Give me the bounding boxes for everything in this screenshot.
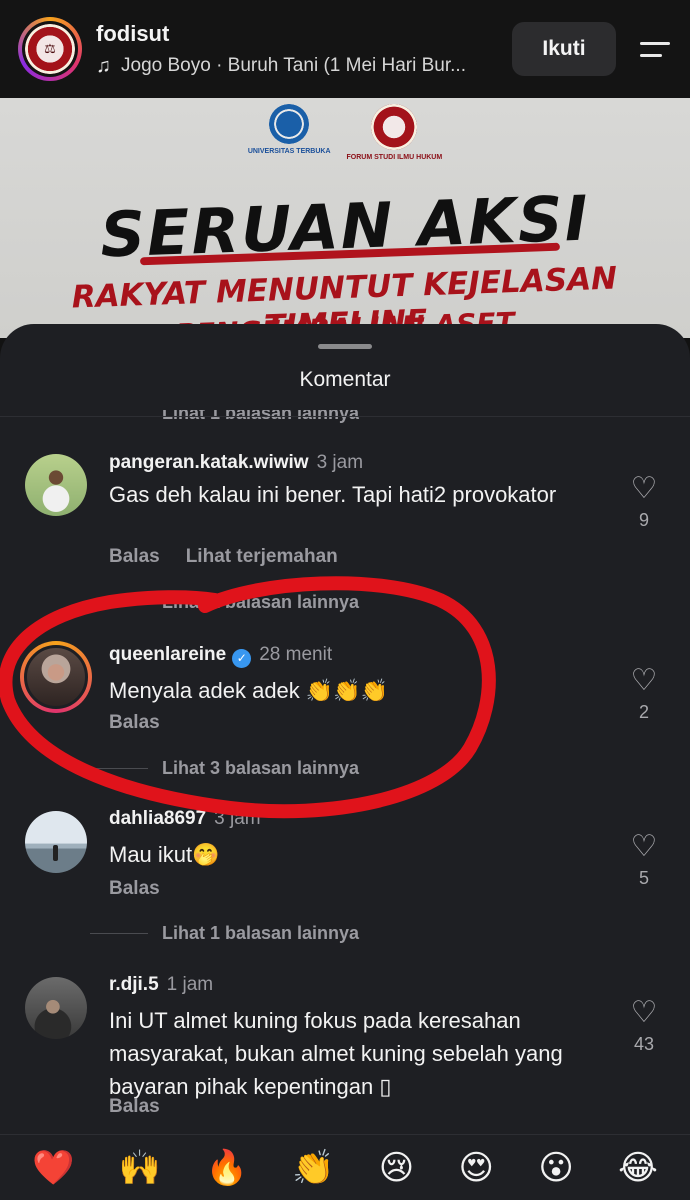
comment-item: r.dji.5 1 jam Ini UT almet kuning fokus p… — [0, 974, 690, 1124]
logo-caption-left: UNIVERSITAS TERBUKA — [247, 148, 331, 155]
comment-username[interactable]: dahlia8697 — [109, 808, 206, 829]
more-replies[interactable]: Lihat 1 balasan lainnya — [90, 923, 359, 944]
comment-time: 3 jam — [214, 808, 261, 829]
heart-outline-icon[interactable]: ♡ — [620, 666, 668, 696]
comment-username[interactable]: pangeran.katak.wiwiw — [109, 452, 309, 473]
more-replies-label: Lihat 1 balasan lainnya — [162, 923, 360, 943]
reaction-clap[interactable]: 👏 — [292, 1148, 334, 1188]
commenter-avatar[interactable] — [25, 977, 87, 1039]
universitas-terbuka-logo — [269, 104, 310, 144]
comment-time: 28 menit — [259, 644, 333, 665]
reply-button[interactable]: Balas — [109, 1096, 160, 1117]
reaction-fire[interactable]: 🔥 — [205, 1148, 247, 1188]
poster-title: SERUAN AKSI — [99, 181, 591, 272]
music-info[interactable]: ♫ Jogo Boyo · Buruh Tani (1 Mei Hari Bur… — [96, 55, 500, 78]
commenter-avatar[interactable] — [25, 811, 87, 873]
comment-text: Mau ikut🤭 — [109, 842, 220, 867]
like-count: 9 — [638, 510, 649, 530]
comment-text: Ini UT almet kuning fokus pada keresahan… — [109, 1008, 563, 1099]
follow-button[interactable]: Ikuti — [512, 22, 616, 76]
post-image: UNIVERSITAS TERBUKA FORUM STUDI ILMU HUK… — [0, 98, 690, 338]
profile-avatar[interactable]: ⚖ — [18, 17, 82, 81]
comment-text: Menyala adek adek 👏👏👏 — [109, 678, 389, 703]
more-replies-label: Lihat 3 balasan lainnya — [162, 758, 360, 778]
clipped-more-replies[interactable]: Lihat 1 balasan lainnya — [162, 410, 359, 424]
organization-logo: ⚖ — [25, 24, 75, 74]
more-replies[interactable]: Lihat 3 balasan lainnya — [90, 758, 359, 779]
heart-outline-icon[interactable]: ♡ — [620, 998, 668, 1028]
comment-item: pangeran.katak.wiwiw 3 jam Gas deh kalau … — [0, 452, 690, 612]
commenter-avatar[interactable] — [25, 454, 87, 516]
verified-badge-icon: ✓ — [232, 649, 252, 668]
like-count: 2 — [638, 702, 649, 722]
fsih-logo — [371, 104, 418, 150]
reaction-laughing[interactable]: 😂 — [618, 1148, 658, 1188]
translate-button[interactable]: Lihat terjemahan — [186, 546, 338, 567]
reaction-heart-eyes[interactable]: 😍 — [459, 1148, 494, 1188]
reaction-raised-hands[interactable]: 🙌 — [119, 1148, 161, 1188]
comment-time: 1 jam — [166, 974, 214, 995]
post-header: ⚖ fodisut ♫ Jogo Boyo · Buruh Tani (1 Me… — [0, 0, 690, 98]
sheet-title: Komentar — [299, 368, 391, 391]
heart-outline-icon[interactable]: ♡ — [620, 474, 668, 504]
poster-logos: UNIVERSITAS TERBUKA FORUM STUDI ILMU HUK… — [0, 104, 690, 161]
comment-item: queenlareine ✓ 28 menit Menyala adek adek … — [0, 641, 690, 762]
like-count: 5 — [638, 868, 649, 888]
sheet-drag-handle[interactable] — [318, 344, 372, 349]
heart-outline-icon[interactable]: ♡ — [620, 832, 668, 862]
comments-sheet: Komentar Lihat 1 balasan lainnya pangera… — [0, 324, 690, 1200]
comment-username[interactable]: r.dji.5 — [109, 974, 159, 995]
reaction-surprised[interactable]: 😮 — [538, 1148, 573, 1188]
comment-username[interactable]: queenlareine — [109, 644, 226, 665]
reply-button[interactable]: Balas — [109, 712, 160, 733]
music-label: Jogo Boyo · Buruh Tani (1 Mei Hari Bur..… — [121, 55, 466, 76]
quick-reaction-bar: ❤️ 🙌 🔥 👏 😢 😍 😮 😂 — [0, 1134, 690, 1200]
more-replies-label: Lihat 1 balasan lainnya — [162, 592, 360, 612]
comment-time: 3 jam — [316, 452, 364, 473]
logo-caption-right: FORUM STUDI ILMU HUKUM — [346, 154, 443, 161]
commenter-avatar[interactable] — [20, 641, 92, 713]
header-text: fodisut ♫ Jogo Boyo · Buruh Tani (1 Mei … — [96, 21, 500, 78]
comment-text: Gas deh kalau ini bener. Tapi hati2 prov… — [109, 482, 557, 507]
like-count: 43 — [633, 1034, 655, 1054]
reaction-heart[interactable]: ❤️ — [32, 1148, 74, 1188]
reaction-crying[interactable]: 😢 — [379, 1148, 414, 1188]
hamburger-menu-icon[interactable] — [636, 34, 672, 64]
music-note-icon: ♫ — [96, 54, 111, 77]
reply-button[interactable]: Balas — [109, 878, 160, 899]
more-replies[interactable]: Lihat 1 balasan lainnya — [90, 592, 359, 613]
header-username[interactable]: fodisut — [96, 21, 500, 47]
comment-item: dahlia8697 3 jam Mau ikut🤭 Balas ♡ 5 — [0, 808, 690, 918]
reply-button[interactable]: Balas — [109, 546, 160, 567]
screen: ⚖ fodisut ♫ Jogo Boyo · Buruh Tani (1 Me… — [0, 0, 690, 1200]
sheet-divider — [0, 416, 690, 417]
